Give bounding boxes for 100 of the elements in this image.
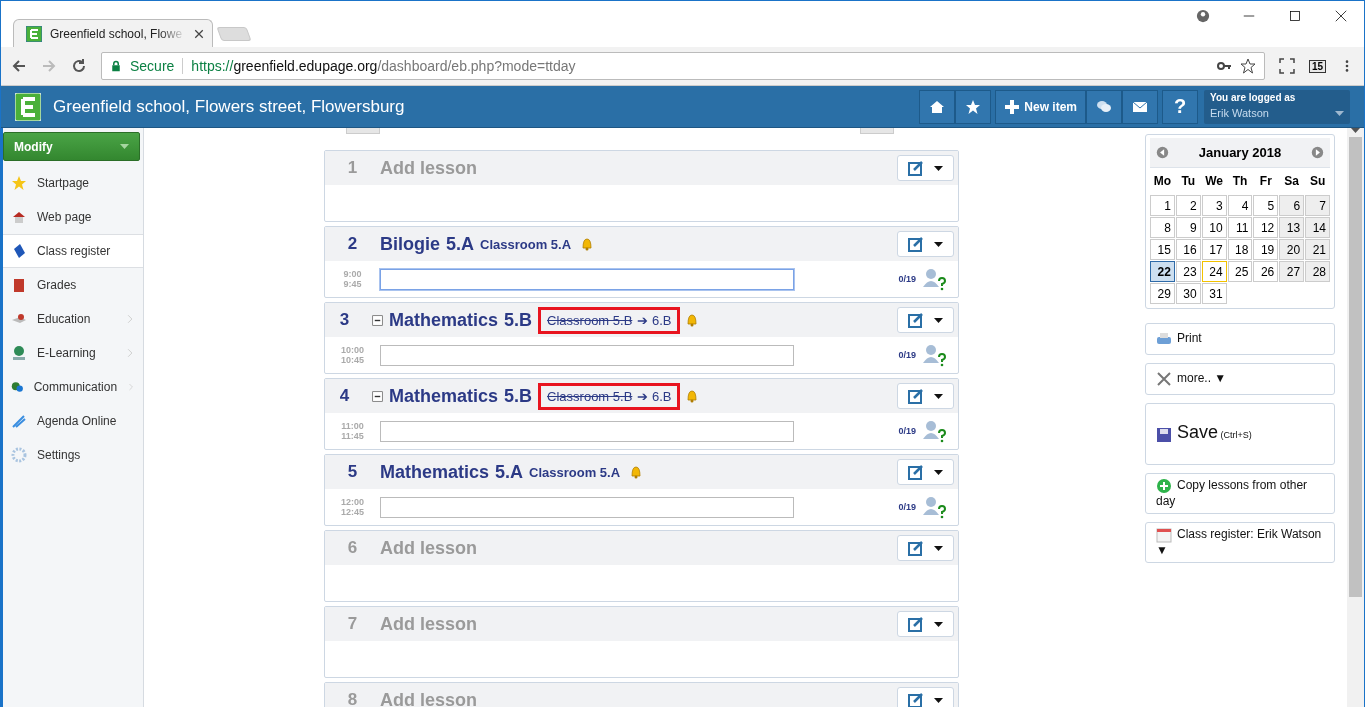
attendance-count: 0/19 (898, 426, 916, 436)
copy-button[interactable]: Copy lessons from other day (1145, 473, 1335, 514)
sidebar-item[interactable]: Education (3, 302, 143, 336)
star-icon (965, 98, 982, 115)
edit-button[interactable] (897, 307, 954, 333)
calendar-day[interactable]: 6 (1279, 195, 1305, 216)
people-question-icon (922, 419, 948, 443)
calendar-day[interactable]: 4 (1227, 195, 1253, 216)
globe-computer-icon (11, 345, 27, 361)
calendar-day[interactable]: 19 (1253, 239, 1279, 260)
edit-button[interactable] (897, 535, 954, 561)
lesson-time: 12:00 12:45 (340, 497, 365, 517)
weekday-label: Th (1231, 173, 1249, 190)
print-button[interactable]: Print (1145, 323, 1335, 355)
caret-icon (934, 393, 943, 399)
edit-icon (908, 464, 924, 480)
register-button[interactable]: Class register: Erik Watson ▼ (1145, 522, 1335, 563)
calendar-day[interactable]: 17 (1201, 239, 1227, 260)
calendar-day[interactable]: 26 (1253, 261, 1279, 282)
favorites-button[interactable] (955, 89, 992, 124)
save-button[interactable]: Save(Ctrl+S) (1145, 403, 1335, 465)
caret-icon (1335, 110, 1344, 116)
people-question-icon (922, 267, 948, 291)
modify-button[interactable]: Modify (3, 132, 140, 161)
calendar-day[interactable]: 16 (1175, 239, 1201, 260)
lesson-number: 7 (346, 614, 359, 634)
school-name: Greenfield school, Flowers street, Flowersburg (53, 96, 406, 117)
more-button[interactable]: more.. ▼ (1145, 363, 1335, 395)
pen-icon (11, 413, 27, 429)
plus-icon (1004, 98, 1021, 115)
sidebar-item[interactable]: Settings (3, 438, 143, 472)
lesson-subject: Mathematics (389, 385, 499, 407)
home-button[interactable] (919, 89, 956, 124)
sidebar-item[interactable]: Startpage (3, 166, 143, 200)
calendar-day[interactable]: 5 (1253, 195, 1279, 216)
lock-icon (110, 60, 122, 72)
collapse-icon (372, 314, 383, 326)
edit-icon (908, 312, 924, 328)
calendar-day[interactable]: 9 (1175, 217, 1201, 238)
calendar-day[interactable]: 30 (1175, 283, 1201, 304)
calendar-day[interactable]: 23 (1175, 261, 1201, 282)
edit-button[interactable] (897, 687, 954, 707)
new-room: ➔ 6.B (637, 388, 672, 404)
sidebar-item[interactable]: Class register (3, 234, 143, 268)
calendar-day[interactable]: 31 (1201, 283, 1227, 304)
calendar-day[interactable]: 18 (1227, 239, 1253, 260)
edit-button[interactable] (897, 383, 954, 409)
calendar-day[interactable]: 22 (1150, 261, 1175, 282)
chat-button[interactable] (1086, 89, 1122, 124)
calendar-day[interactable]: 24 (1201, 261, 1227, 282)
topic-input[interactable] (380, 268, 794, 290)
calendar-day[interactable]: 12 (1253, 217, 1279, 238)
calendar-day[interactable]: 13 (1279, 217, 1305, 238)
calendar-day[interactable]: 21 (1305, 239, 1330, 260)
sidebar-item[interactable]: Web page (3, 200, 143, 234)
new-item-button[interactable]: New item (995, 89, 1086, 124)
calendar-day[interactable]: 15 (1150, 239, 1175, 260)
edit-button[interactable] (897, 459, 954, 485)
edit-button[interactable] (897, 611, 954, 637)
browser-tab[interactable]: Greenfield school, Flowe (13, 19, 213, 47)
calendar-day[interactable]: 11 (1227, 217, 1253, 238)
lesson-number: 2 (346, 234, 359, 254)
calendar-icon (1156, 527, 1172, 543)
user-menu[interactable]: You are logged as Erik Watson (1204, 89, 1350, 124)
address-bar[interactable]: Secure https://greenfield.edupage.org/dashboard/eb.php?mode=ttday (101, 52, 1265, 80)
calendar-day[interactable]: 29 (1150, 283, 1175, 304)
calendar-day[interactable]: 28 (1305, 261, 1330, 282)
calendar-day[interactable]: 2 (1175, 195, 1201, 216)
sidebar-item[interactable]: Communication (3, 370, 143, 404)
calendar-day[interactable]: 10 (1201, 217, 1227, 238)
sidebar-item[interactable]: Agenda Online (3, 404, 143, 438)
calendar-day[interactable]: 20 (1279, 239, 1305, 260)
lesson-class: 5.A (446, 233, 475, 255)
mail-button[interactable] (1122, 89, 1158, 124)
edit-button[interactable] (897, 155, 954, 181)
weekday-label: Fr (1258, 173, 1273, 190)
topic-input[interactable] (380, 496, 794, 518)
caret-icon (934, 545, 943, 551)
next-icon (1311, 146, 1324, 159)
calendar-day[interactable]: 8 (1150, 217, 1175, 238)
extension-badge[interactable]: 15 (1308, 59, 1326, 73)
topic-input[interactable] (380, 420, 794, 442)
topic-input[interactable] (380, 344, 794, 366)
caret-icon (934, 241, 943, 247)
sidebar-item[interactable]: Grades (3, 268, 143, 302)
calendar-day[interactable]: 7 (1305, 195, 1330, 216)
calendar-day[interactable]: 1 (1150, 195, 1175, 216)
help-button[interactable]: ? (1162, 89, 1198, 124)
lesson-time: 11:00 11:45 (340, 421, 365, 441)
sidebar-item[interactable]: E-Learning (3, 336, 143, 370)
forward-arrow-icon (41, 58, 57, 74)
scrollbar[interactable] (1347, 128, 1364, 707)
edit-button[interactable] (897, 231, 954, 257)
edit-icon (908, 540, 924, 556)
calendar-day[interactable]: 3 (1201, 195, 1227, 216)
calendar-day[interactable]: 14 (1305, 217, 1330, 238)
calendar-day[interactable]: 25 (1227, 261, 1253, 282)
gear-icon (11, 447, 27, 463)
calendar-day[interactable]: 27 (1279, 261, 1305, 282)
lesson-time: 9:00 9:45 (342, 269, 363, 289)
